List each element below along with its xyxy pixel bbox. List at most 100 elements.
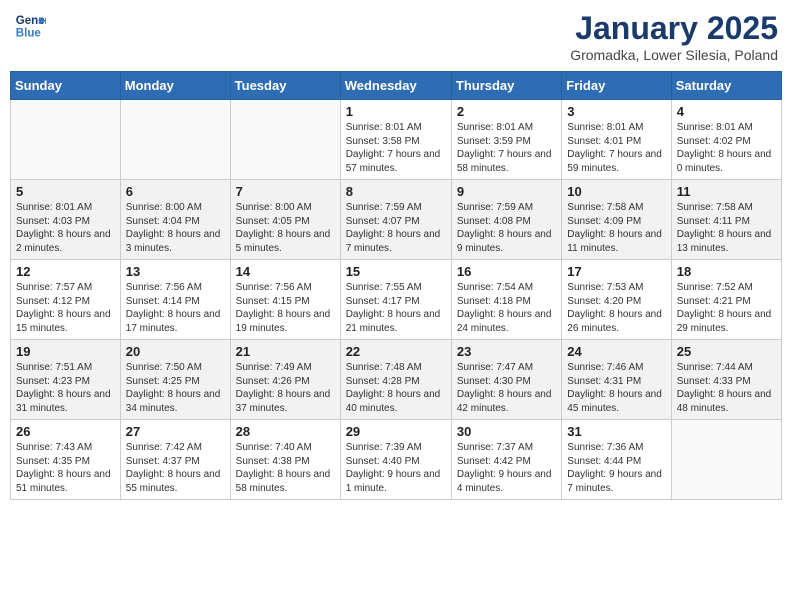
weekday-header-wednesday: Wednesday	[340, 72, 451, 100]
day-number: 11	[677, 184, 776, 199]
cell-text: Sunrise: 7:47 AM Sunset: 4:30 PM Dayligh…	[457, 361, 556, 415]
day-number: 4	[677, 104, 776, 119]
cell-text: Sunrise: 8:00 AM Sunset: 4:04 PM Dayligh…	[126, 201, 225, 255]
calendar-cell: 24 Sunrise: 7:46 AM Sunset: 4:31 PM Dayli…	[562, 340, 671, 420]
cell-text: Sunrise: 8:00 AM Sunset: 4:05 PM Dayligh…	[236, 201, 335, 255]
calendar-cell: 14 Sunrise: 7:56 AM Sunset: 4:15 PM Dayli…	[230, 260, 340, 340]
day-number: 24	[567, 344, 665, 359]
calendar-cell: 28Sunrise: 7:40 AM Sunset: 4:38 PM Dayli…	[230, 420, 340, 500]
cell-text: Sunrise: 7:52 AM Sunset: 4:21 PM Dayligh…	[677, 281, 776, 335]
calendar-cell: 31 Sunrise: 7:36 AM Sunset: 4:44 PM Dayli…	[562, 420, 671, 500]
calendar-cell	[671, 420, 781, 500]
calendar-cell: 22 Sunrise: 7:48 AM Sunset: 4:28 PM Dayli…	[340, 340, 451, 420]
calendar-cell: 25Sunrise: 7:44 AM Sunset: 4:33 PM Dayli…	[671, 340, 781, 420]
day-number: 10	[567, 184, 665, 199]
calendar-cell: 12 Sunrise: 7:57 AM Sunset: 4:12 PM Dayli…	[11, 260, 121, 340]
calendar-cell: 4 Sunrise: 8:01 AM Sunset: 4:02 PM Daylig…	[671, 100, 781, 180]
day-number: 9	[457, 184, 556, 199]
day-number: 27	[126, 424, 225, 439]
calendar-cell	[120, 100, 230, 180]
day-number: 30	[457, 424, 556, 439]
day-number: 3	[567, 104, 665, 119]
logo: General Blue	[14, 10, 46, 42]
calendar-cell: 3 Sunrise: 8:01 AM Sunset: 4:01 PM Daylig…	[562, 100, 671, 180]
weekday-header-thursday: Thursday	[451, 72, 561, 100]
cell-text: Sunrise: 7:56 AM Sunset: 4:15 PM Dayligh…	[236, 281, 335, 335]
cell-text: Sunrise: 8:01 AM Sunset: 4:02 PM Dayligh…	[677, 121, 776, 175]
day-number: 16	[457, 264, 556, 279]
cell-text: Sunrise: 7:58 AM Sunset: 4:11 PM Dayligh…	[677, 201, 776, 255]
logo-icon: General Blue	[14, 10, 46, 42]
day-number: 8	[346, 184, 446, 199]
calendar-cell: 7 Sunrise: 8:00 AM Sunset: 4:05 PM Daylig…	[230, 180, 340, 260]
calendar-cell: 16 Sunrise: 7:54 AM Sunset: 4:18 PM Dayli…	[451, 260, 561, 340]
cell-text: Sunrise: 7:48 AM Sunset: 4:28 PM Dayligh…	[346, 361, 446, 415]
calendar-week-3: 12 Sunrise: 7:57 AM Sunset: 4:12 PM Dayli…	[11, 260, 782, 340]
location-subtitle: Gromadka, Lower Silesia, Poland	[570, 47, 778, 63]
calendar-cell: 9 Sunrise: 7:59 AM Sunset: 4:08 PM Daylig…	[451, 180, 561, 260]
weekday-header-sunday: Sunday	[11, 72, 121, 100]
cell-text: Sunrise: 7:51 AM Sunset: 4:23 PM Dayligh…	[16, 361, 115, 415]
calendar-week-4: 19 Sunrise: 7:51 AM Sunset: 4:23 PM Dayli…	[11, 340, 782, 420]
cell-text: Sunrise: 7:40 AM Sunset: 4:38 PM Dayligh…	[236, 441, 335, 495]
cell-text: Sunrise: 8:01 AM Sunset: 4:03 PM Dayligh…	[16, 201, 115, 255]
cell-text: Sunrise: 7:55 AM Sunset: 4:17 PM Dayligh…	[346, 281, 446, 335]
day-number: 20	[126, 344, 225, 359]
cell-text: Sunrise: 8:01 AM Sunset: 3:59 PM Dayligh…	[457, 121, 556, 175]
month-title: January 2025	[570, 10, 778, 47]
cell-text: Sunrise: 7:59 AM Sunset: 4:08 PM Dayligh…	[457, 201, 556, 255]
day-number: 14	[236, 264, 335, 279]
day-number: 13	[126, 264, 225, 279]
weekday-header-saturday: Saturday	[671, 72, 781, 100]
calendar-cell: 29Sunrise: 7:39 AM Sunset: 4:40 PM Dayli…	[340, 420, 451, 500]
calendar-cell: 19 Sunrise: 7:51 AM Sunset: 4:23 PM Dayli…	[11, 340, 121, 420]
calendar-cell: 2 Sunrise: 8:01 AM Sunset: 3:59 PM Daylig…	[451, 100, 561, 180]
svg-text:Blue: Blue	[16, 28, 42, 40]
weekday-header-friday: Friday	[562, 72, 671, 100]
day-number: 7	[236, 184, 335, 199]
calendar-cell	[11, 100, 121, 180]
day-number: 5	[16, 184, 115, 199]
weekday-header-tuesday: Tuesday	[230, 72, 340, 100]
calendar-cell: 27 Sunrise: 7:42 AM Sunset: 4:37 PM Dayli…	[120, 420, 230, 500]
calendar-table: SundayMondayTuesdayWednesdayThursdayFrid…	[10, 71, 782, 500]
weekday-header-monday: Monday	[120, 72, 230, 100]
cell-text: Sunrise: 7:46 AM Sunset: 4:31 PM Dayligh…	[567, 361, 665, 415]
cell-text: Sunrise: 7:58 AM Sunset: 4:09 PM Dayligh…	[567, 201, 665, 255]
cell-text: Sunrise: 7:37 AM Sunset: 4:42 PM Dayligh…	[457, 441, 556, 495]
calendar-cell: 5 Sunrise: 8:01 AM Sunset: 4:03 PM Daylig…	[11, 180, 121, 260]
cell-text: Sunrise: 8:01 AM Sunset: 3:58 PM Dayligh…	[346, 121, 446, 175]
cell-text: Sunrise: 7:56 AM Sunset: 4:14 PM Dayligh…	[126, 281, 225, 335]
day-number: 18	[677, 264, 776, 279]
day-number: 22	[346, 344, 446, 359]
day-number: 19	[16, 344, 115, 359]
day-number: 15	[346, 264, 446, 279]
calendar-week-2: 5 Sunrise: 8:01 AM Sunset: 4:03 PM Daylig…	[11, 180, 782, 260]
cell-text: Sunrise: 7:49 AM Sunset: 4:26 PM Dayligh…	[236, 361, 335, 415]
calendar-week-5: 26Sunrise: 7:43 AM Sunset: 4:35 PM Dayli…	[11, 420, 782, 500]
weekday-header-row: SundayMondayTuesdayWednesdayThursdayFrid…	[11, 72, 782, 100]
cell-text: Sunrise: 8:01 AM Sunset: 4:01 PM Dayligh…	[567, 121, 665, 175]
day-number: 1	[346, 104, 446, 119]
cell-text: Sunrise: 7:54 AM Sunset: 4:18 PM Dayligh…	[457, 281, 556, 335]
cell-text: Sunrise: 7:57 AM Sunset: 4:12 PM Dayligh…	[16, 281, 115, 335]
cell-text: Sunrise: 7:42 AM Sunset: 4:37 PM Dayligh…	[126, 441, 225, 495]
calendar-cell: 15 Sunrise: 7:55 AM Sunset: 4:17 PM Dayli…	[340, 260, 451, 340]
cell-text: Sunrise: 7:36 AM Sunset: 4:44 PM Dayligh…	[567, 441, 665, 495]
calendar-week-1: 1 Sunrise: 8:01 AM Sunset: 3:58 PM Daylig…	[11, 100, 782, 180]
day-number: 31	[567, 424, 665, 439]
cell-text: Sunrise: 7:53 AM Sunset: 4:20 PM Dayligh…	[567, 281, 665, 335]
calendar-cell: 30 Sunrise: 7:37 AM Sunset: 4:42 PM Dayli…	[451, 420, 561, 500]
calendar-cell: 1 Sunrise: 8:01 AM Sunset: 3:58 PM Daylig…	[340, 100, 451, 180]
day-number: 29	[346, 424, 446, 439]
day-number: 2	[457, 104, 556, 119]
day-number: 26	[16, 424, 115, 439]
calendar-cell: 11 Sunrise: 7:58 AM Sunset: 4:11 PM Dayli…	[671, 180, 781, 260]
calendar-cell: 13 Sunrise: 7:56 AM Sunset: 4:14 PM Dayli…	[120, 260, 230, 340]
day-number: 23	[457, 344, 556, 359]
day-number: 6	[126, 184, 225, 199]
day-number: 25	[677, 344, 776, 359]
cell-text: Sunrise: 7:59 AM Sunset: 4:07 PM Dayligh…	[346, 201, 446, 255]
calendar-cell: 10 Sunrise: 7:58 AM Sunset: 4:09 PM Dayli…	[562, 180, 671, 260]
day-number: 12	[16, 264, 115, 279]
